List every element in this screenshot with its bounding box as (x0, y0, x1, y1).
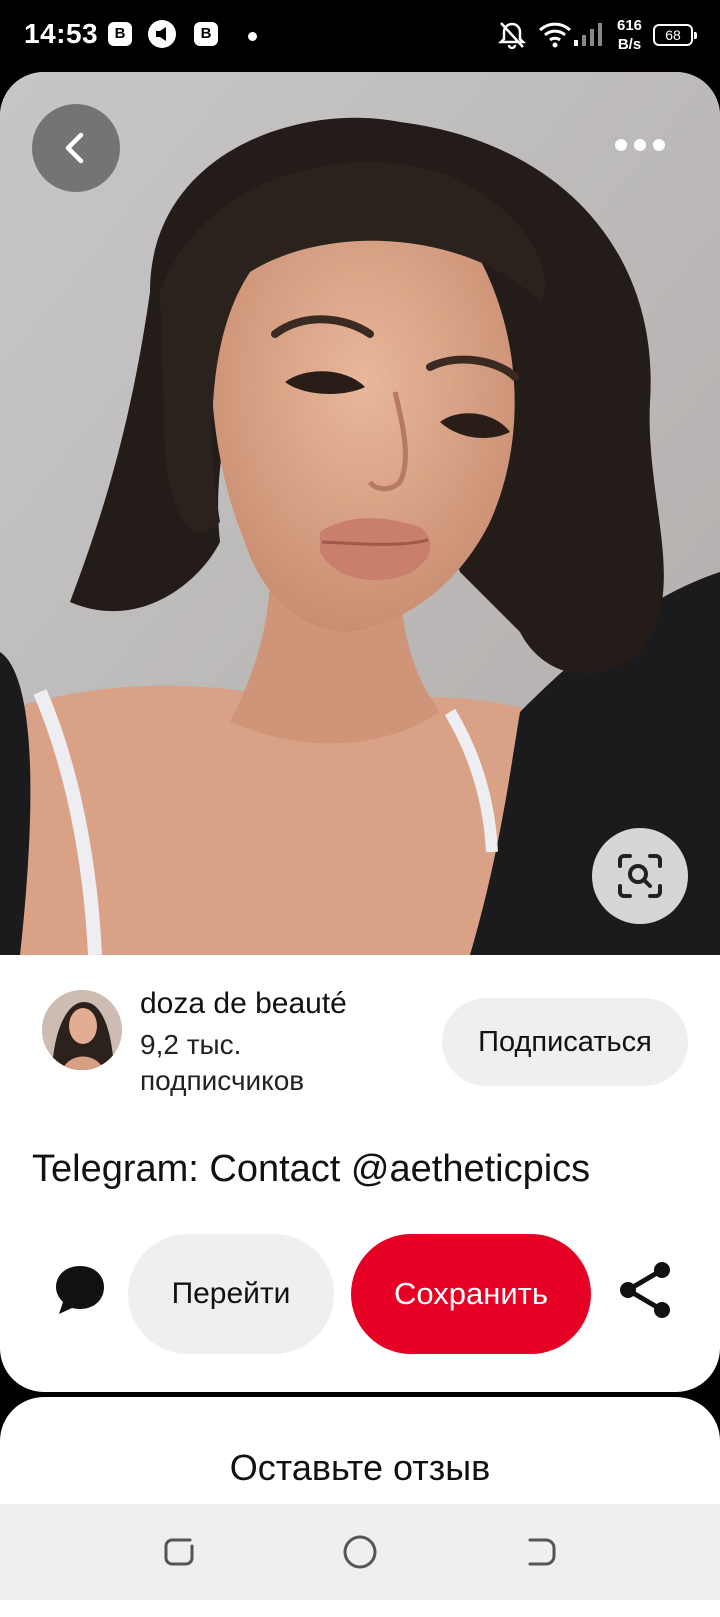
wifi-icon (538, 22, 572, 48)
home-icon[interactable] (340, 1532, 380, 1572)
portrait-illustration (0, 72, 720, 955)
follow-button[interactable]: Подписаться (442, 998, 688, 1086)
chevron-left-icon (65, 132, 84, 164)
back-button[interactable] (32, 104, 120, 192)
pin-card: doza de beauté 9,2 тыс. подписчиков Подп… (0, 72, 720, 1392)
avatar-image (42, 990, 122, 1070)
app-b-icon: B (108, 22, 132, 46)
signal-icon (574, 23, 602, 46)
share-icon[interactable] (616, 1260, 676, 1320)
back-nav-icon[interactable] (520, 1532, 560, 1572)
system-navigation-bar (0, 1504, 720, 1600)
battery-indicator: 68 (653, 24, 697, 46)
visual-search-button[interactable] (592, 828, 688, 924)
megaphone-icon (148, 20, 176, 48)
lens-search-icon (618, 854, 662, 898)
visit-button[interactable]: Перейти (128, 1234, 334, 1354)
creator-followers: 9,2 тыс. подписчиков (140, 1029, 305, 1096)
status-bar: 14:53 B B 616 B/s 68 (0, 0, 720, 72)
bell-muted-icon (498, 22, 526, 50)
app-b-icon: B (194, 22, 218, 46)
status-time: 14:53 (24, 18, 99, 49)
save-button[interactable]: Сохранить (351, 1234, 591, 1354)
creator-row: doza de beauté 9,2 тыс. подписчиков Подп… (0, 955, 720, 1155)
review-title: Оставьте отзыв (229, 1447, 491, 1488)
network-speed: 616 B/s (617, 17, 643, 53)
comment-icon[interactable] (52, 1262, 108, 1318)
more-options-button[interactable] (600, 120, 680, 170)
pin-title: Telegram: Contact @aetheticpics (32, 1148, 591, 1190)
more-notifications-dot (248, 32, 257, 41)
creator-name[interactable]: doza de beauté (140, 987, 347, 1021)
action-bar: Перейти Сохранить (0, 1234, 720, 1354)
avatar[interactable] (42, 990, 122, 1070)
pin-image[interactable] (0, 72, 720, 955)
more-dots-icon (615, 139, 665, 151)
recent-apps-icon[interactable] (160, 1532, 200, 1572)
